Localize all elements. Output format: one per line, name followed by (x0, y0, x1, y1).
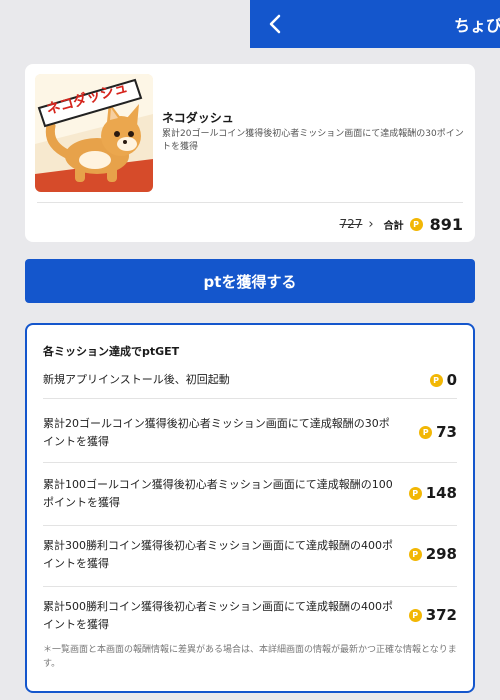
coin-icon: P (419, 425, 433, 439)
app-icon: ネコダッシュ (35, 74, 153, 192)
coin-icon: P (408, 486, 422, 500)
mission-points: P 0 (429, 371, 457, 389)
missions-panel: 各ミッション達成でptGET 新規アプリインストール後、初回起動 P 0 累計2… (25, 323, 475, 693)
page-title: ちょび (454, 16, 500, 35)
offer-card: ネコダッシュ ネコダッシュ 累計20ゴールコイン獲得後初心者ミッション画面にて達… (25, 64, 475, 242)
mission-text: 累計100ゴールコイン獲得後初心者ミッション画面にて達成報酬の100ポイントを獲… (43, 478, 393, 509)
missions-title: 各ミッション達成でptGET (43, 345, 180, 358)
mission-item: 新規アプリインストール後、初回起動 P 0 (43, 367, 457, 399)
coin-icon: P (429, 373, 443, 387)
coin-icon: P (408, 608, 422, 622)
mission-item: 累計100ゴールコイン獲得後初心者ミッション画面にて達成報酬の100ポイントを獲… (43, 466, 457, 526)
mission-points-value: 148 (425, 484, 457, 502)
old-points: 727 (339, 217, 363, 231)
mission-points: P 298 (408, 545, 457, 563)
mission-text: 新規アプリインストール後、初回起動 (43, 373, 230, 386)
mission-item: 累計20ゴールコイン獲得後初心者ミッション画面にて達成報酬の30ポイントを獲得 … (43, 405, 457, 463)
mission-points-value: 73 (436, 423, 457, 441)
mission-text: 累計500勝利コイン獲得後初心者ミッション画面にて達成報酬の400ポイントを獲得 (43, 600, 393, 631)
total-points: 891 (429, 214, 463, 234)
mission-points-value: 298 (425, 545, 457, 563)
disclaimer-note: ＊一覧画面と本画面の報酬情報に差異がある場合は、本詳細画面の情報が最新かつ正確な… (43, 645, 457, 669)
price-row: 727 › 合計 P 891 (339, 214, 463, 234)
mission-points: P 73 (419, 423, 457, 441)
mission-points: P 148 (408, 484, 457, 502)
mission-points-value: 372 (425, 606, 457, 624)
app-description: 累計20ゴールコイン獲得後初心者ミッション画面にて達成報酬の30ポイントを獲得 (162, 129, 464, 152)
mission-text: 累計20ゴールコイン獲得後初心者ミッション画面にて達成報酬の30ポイントを獲得 (43, 417, 390, 448)
mission-points-value: 0 (446, 371, 457, 389)
mission-item: 累計300勝利コイン獲得後初心者ミッション画面にて達成報酬の400ポイントを獲得… (43, 527, 457, 587)
app-name: ネコダッシュ (162, 111, 234, 125)
mission-points: P 372 (408, 606, 457, 624)
mission-text: 累計300勝利コイン獲得後初心者ミッション画面にて達成報酬の400ポイントを獲得 (43, 539, 393, 570)
top-bar: ちょび (250, 0, 500, 48)
coin-icon: P (408, 547, 422, 561)
divider (37, 202, 463, 203)
coin-icon: P (409, 217, 423, 231)
mission-item: 累計500勝利コイン獲得後初心者ミッション画面にて達成報酬の400ポイントを獲得… (43, 588, 457, 638)
total-label: 合計 (383, 220, 404, 232)
chevron-right-icon: › (368, 216, 374, 232)
back-button[interactable] (266, 12, 286, 36)
chevron-left-icon (269, 14, 281, 34)
get-points-button[interactable]: ptを獲得する (25, 259, 475, 303)
